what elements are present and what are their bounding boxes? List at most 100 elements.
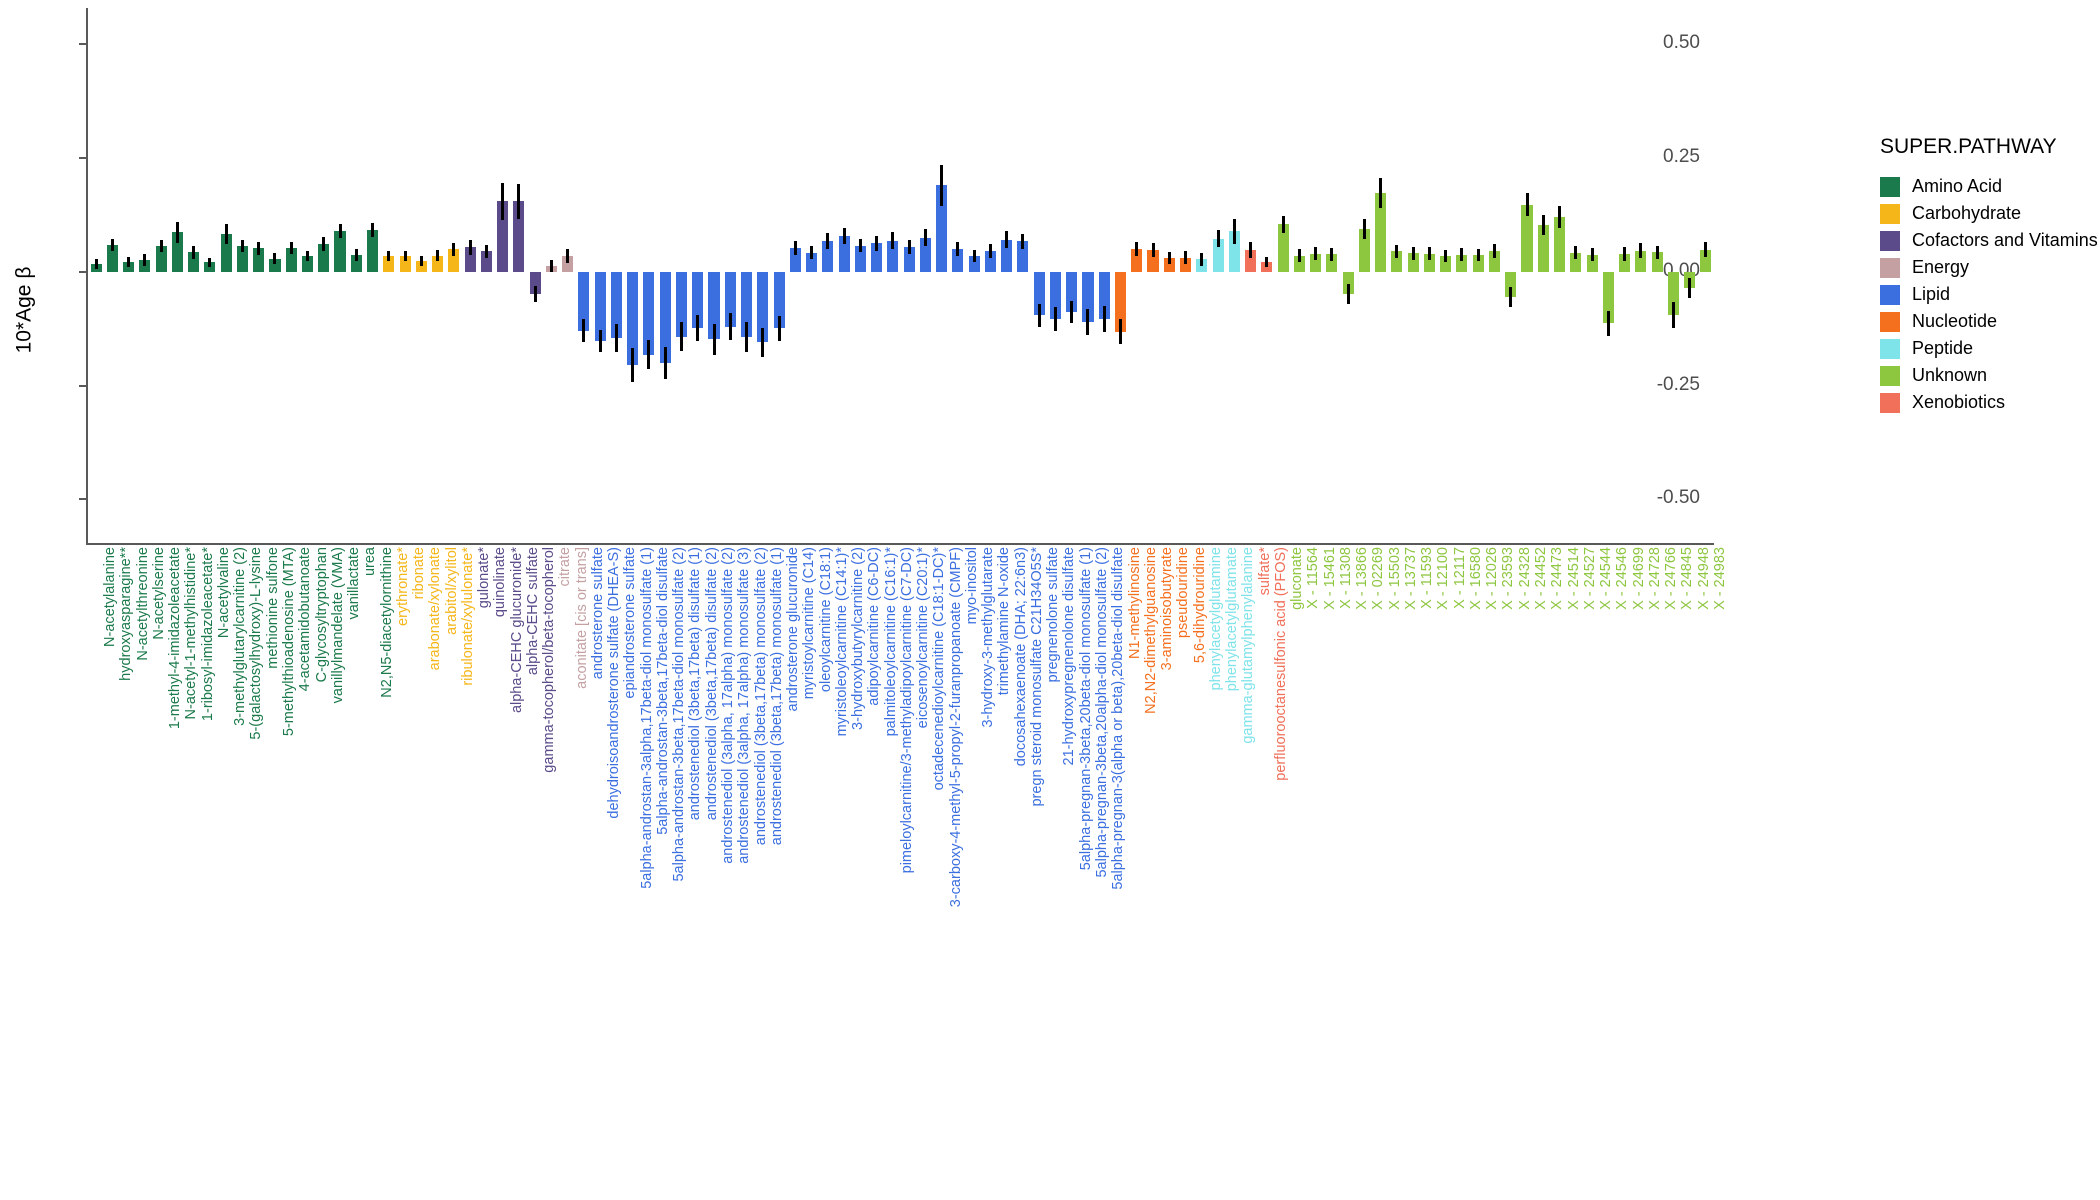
bar-group[interactable]: [1356, 8, 1372, 545]
bar-group[interactable]: [1080, 8, 1096, 545]
bar-group[interactable]: [1226, 8, 1242, 545]
bar-group[interactable]: [868, 8, 884, 545]
bar-group[interactable]: [1047, 8, 1063, 545]
bar-group[interactable]: [738, 8, 754, 545]
bar-group[interactable]: [283, 8, 299, 545]
bar-group[interactable]: [316, 8, 332, 545]
bar-group[interactable]: [803, 8, 819, 545]
bar-group[interactable]: [1665, 8, 1681, 545]
bar-group[interactable]: [885, 8, 901, 545]
bar-group[interactable]: [1291, 8, 1307, 545]
bar-group[interactable]: [657, 8, 673, 545]
bar-group[interactable]: [722, 8, 738, 545]
bar-group[interactable]: [527, 8, 543, 545]
bar-group[interactable]: [1503, 8, 1519, 545]
bar-group[interactable]: [413, 8, 429, 545]
bar-group[interactable]: [1064, 8, 1080, 545]
bar-group[interactable]: [364, 8, 380, 545]
bar-group[interactable]: [202, 8, 218, 545]
bar-group[interactable]: [1486, 8, 1502, 545]
bar-group[interactable]: [299, 8, 315, 545]
bar-group[interactable]: [625, 8, 641, 545]
bar-group[interactable]: [852, 8, 868, 545]
bar-group[interactable]: [1194, 8, 1210, 545]
bar-group[interactable]: [1568, 8, 1584, 545]
bar-group[interactable]: [1259, 8, 1275, 545]
bar-group[interactable]: [478, 8, 494, 545]
bar-group[interactable]: [429, 8, 445, 545]
bar-group[interactable]: [982, 8, 998, 545]
bar-group[interactable]: [1242, 8, 1258, 545]
bar-group[interactable]: [836, 8, 852, 545]
bar-group[interactable]: [1015, 8, 1031, 545]
bar-group[interactable]: [381, 8, 397, 545]
bar-group[interactable]: [1145, 8, 1161, 545]
legend-item[interactable]: Lipid: [1880, 281, 2095, 308]
bar-group[interactable]: [1649, 8, 1665, 545]
bar-group[interactable]: [820, 8, 836, 545]
bar-group[interactable]: [137, 8, 153, 545]
bar-group[interactable]: [917, 8, 933, 545]
bar-group[interactable]: [121, 8, 137, 545]
bar-group[interactable]: [543, 8, 559, 545]
bar-group[interactable]: [1470, 8, 1486, 545]
bar-group[interactable]: [153, 8, 169, 545]
legend-item[interactable]: Nucleotide: [1880, 308, 2095, 335]
bar-group[interactable]: [1421, 8, 1437, 545]
bar-group[interactable]: [1681, 8, 1697, 545]
legend-item[interactable]: Peptide: [1880, 335, 2095, 362]
bar-group[interactable]: [218, 8, 234, 545]
bar-group[interactable]: [576, 8, 592, 545]
bar-group[interactable]: [787, 8, 803, 545]
bar-group[interactable]: [1129, 8, 1145, 545]
bar-group[interactable]: [950, 8, 966, 545]
legend-item[interactable]: Unknown: [1880, 362, 2095, 389]
bar-group[interactable]: [446, 8, 462, 545]
bar-group[interactable]: [755, 8, 771, 545]
bar-group[interactable]: [1373, 8, 1389, 545]
bar-group[interactable]: [332, 8, 348, 545]
bar-group[interactable]: [1340, 8, 1356, 545]
legend-item[interactable]: Carbohydrate: [1880, 200, 2095, 227]
bar-group[interactable]: [1584, 8, 1600, 545]
bar-group[interactable]: [706, 8, 722, 545]
bar-group[interactable]: [1633, 8, 1649, 545]
bar-group[interactable]: [348, 8, 364, 545]
bar-group[interactable]: [999, 8, 1015, 545]
bar-group[interactable]: [397, 8, 413, 545]
bar-group[interactable]: [251, 8, 267, 545]
bar-group[interactable]: [1275, 8, 1291, 545]
bar-group[interactable]: [934, 8, 950, 545]
bar-group[interactable]: [1210, 8, 1226, 545]
bar-group[interactable]: [186, 8, 202, 545]
bar-group[interactable]: [511, 8, 527, 545]
bar-group[interactable]: [1551, 8, 1567, 545]
bar-group[interactable]: [1600, 8, 1616, 545]
bar-group[interactable]: [88, 8, 104, 545]
bar-group[interactable]: [1698, 8, 1714, 545]
bar-group[interactable]: [267, 8, 283, 545]
bar-group[interactable]: [1454, 8, 1470, 545]
legend-item[interactable]: Cofactors and Vitamins: [1880, 227, 2098, 254]
bar-group[interactable]: [1096, 8, 1112, 545]
bar-group[interactable]: [1519, 8, 1535, 545]
bar-group[interactable]: [1405, 8, 1421, 545]
bar-group[interactable]: [690, 8, 706, 545]
bar-group[interactable]: [1112, 8, 1128, 545]
bar-group[interactable]: [234, 8, 250, 545]
bar-group[interactable]: [169, 8, 185, 545]
legend-item[interactable]: Energy: [1880, 254, 2095, 281]
bar-group[interactable]: [966, 8, 982, 545]
bar-group[interactable]: [1031, 8, 1047, 545]
legend-item[interactable]: Amino Acid: [1880, 173, 2095, 200]
bar-group[interactable]: [771, 8, 787, 545]
bar-group[interactable]: [1438, 8, 1454, 545]
bar-group[interactable]: [673, 8, 689, 545]
bar-group[interactable]: [1324, 8, 1340, 545]
legend-item[interactable]: Xenobiotics: [1880, 389, 2095, 416]
bar-group[interactable]: [901, 8, 917, 545]
bar-group[interactable]: [560, 8, 576, 545]
bar-group[interactable]: [104, 8, 120, 545]
bar-group[interactable]: [462, 8, 478, 545]
bar-group[interactable]: [1389, 8, 1405, 545]
